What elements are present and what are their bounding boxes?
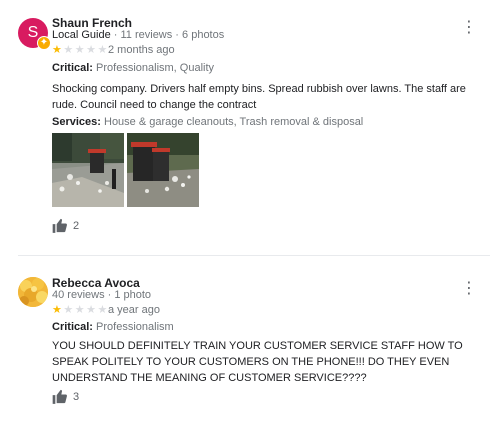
divider <box>18 255 490 256</box>
reviewer-stats: · 11 reviews · 6 photos <box>110 29 225 41</box>
reviewer-meta[interactable]: 40 reviews · 1 photo <box>52 289 151 301</box>
star-rating: ★★★★★ <box>52 44 109 56</box>
local-guide-label: Local Guide <box>52 29 111 41</box>
like-count: 3 <box>73 391 80 403</box>
services-label: Services: <box>52 116 101 128</box>
review-text: YOU SHOULD DEFINITELY TRAIN YOUR CUSTOME… <box>52 340 463 384</box>
reviewer-name[interactable]: Rebecca Avoca <box>52 276 140 290</box>
critical-label: Critical: <box>52 62 93 74</box>
review-time: a year ago <box>108 304 160 316</box>
more-vert-icon[interactable]: ⋮ <box>461 281 477 297</box>
critical-line: Critical: Professionalism, Quality <box>52 62 214 74</box>
review-photo[interactable] <box>127 133 199 207</box>
reviewer-name[interactable]: Shaun French <box>52 16 132 30</box>
local-guide-badge-icon: ✦ <box>37 36 51 50</box>
review-text: Shocking company. Drivers half empty bin… <box>52 83 466 111</box>
review-photo[interactable] <box>52 133 124 207</box>
avatar[interactable] <box>18 277 48 307</box>
review-card: S ✦ Shaun French Local Guide · 11 review… <box>0 0 500 252</box>
more-vert-icon[interactable]: ⋮ <box>461 20 477 36</box>
like-button[interactable] <box>52 218 68 238</box>
services-value: House & garage cleanouts, Trash removal … <box>104 116 364 128</box>
review-time: 2 months ago <box>108 44 175 56</box>
critical-value: Professionalism <box>96 321 174 333</box>
like-button[interactable] <box>52 389 68 409</box>
thumb-up-icon <box>52 389 67 404</box>
critical-value: Professionalism, Quality <box>96 62 215 74</box>
avatar-letter: S <box>27 24 39 41</box>
like-count: 2 <box>73 220 80 232</box>
services-line: Services: House & garage cleanouts, Tras… <box>52 116 363 128</box>
avatar[interactable]: S ✦ <box>18 18 51 50</box>
thumb-up-icon <box>52 218 67 233</box>
critical-label: Critical: <box>52 321 93 333</box>
reviewer-meta[interactable]: Local Guide · 11 reviews · 6 photos <box>52 29 224 41</box>
star-rating: ★★★★★ <box>52 304 109 316</box>
critical-line: Critical: Professionalism <box>52 321 174 333</box>
